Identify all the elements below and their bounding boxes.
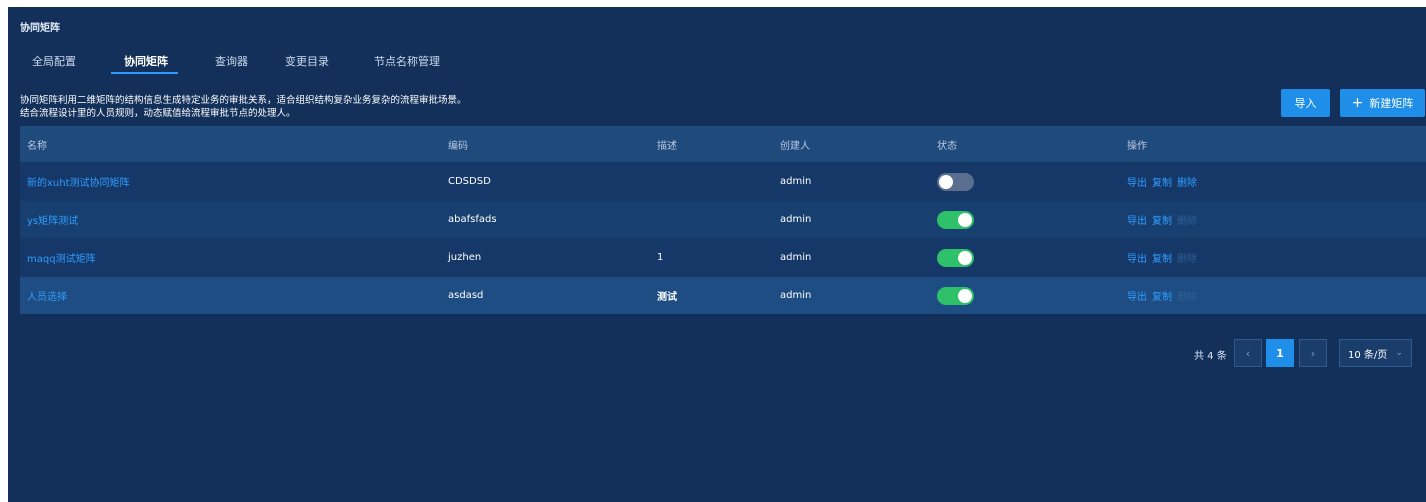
- active-tab-indicator: [111, 72, 178, 74]
- page-size-select[interactable]: 10 条/页 ⌄: [1339, 339, 1412, 367]
- copy-link[interactable]: 复制: [1152, 174, 1172, 189]
- tab-global-config[interactable]: 全局配置: [32, 53, 76, 69]
- description-line-1: 协同矩阵利用二维矩阵的结构信息生成特定业务的审批关系，适合组织结构复杂业务复杂的…: [20, 95, 467, 106]
- matrix-code: abafsfads: [448, 214, 497, 225]
- actions-cell: 导出 复制 删除: [1127, 163, 1202, 200]
- toggle-knob: [958, 288, 972, 303]
- column-header-code: 编码: [448, 140, 468, 152]
- matrix-desc: 1: [657, 252, 664, 263]
- delete-link-disabled: 删除: [1177, 254, 1197, 265]
- matrix-code: juzhen: [448, 252, 482, 263]
- page-size-value: 10 条/页: [1348, 349, 1388, 361]
- status-cell: [937, 239, 974, 276]
- actions-cell: 导出 复制 删除: [1127, 277, 1202, 314]
- table-row: 人员选择 asdasd 测试 admin 导出 复制 删除: [20, 276, 1426, 314]
- table-row: maqq测试矩阵 juzhen 1 admin 导出 复制 删除: [20, 238, 1426, 276]
- plus-icon: +: [1351, 95, 1364, 111]
- column-header-creator: 创建人: [780, 140, 810, 152]
- matrix-name-link[interactable]: ys矩阵测试: [27, 201, 78, 238]
- tab-bar: 全局配置 协同矩阵 查询器 变更目录 节点名称管理: [8, 47, 1426, 79]
- matrix-name-link[interactable]: 新的xuht测试协同矩阵: [27, 163, 130, 200]
- toggle-knob: [958, 212, 972, 227]
- new-matrix-button[interactable]: + 新建矩阵: [1340, 89, 1425, 117]
- status-toggle[interactable]: [937, 286, 974, 305]
- export-link[interactable]: 导出: [1127, 288, 1147, 303]
- matrix-creator: admin: [780, 214, 812, 225]
- table-header: 名称 编码 描述 创建人 状态 操作: [20, 126, 1426, 162]
- app-frame: 协同矩阵 全局配置 协同矩阵 查询器 变更目录 节点名称管理 协同矩阵利用二维矩…: [8, 7, 1426, 502]
- next-page-button[interactable]: ›: [1299, 339, 1327, 367]
- matrix-desc: 测试: [657, 292, 677, 303]
- delete-link-disabled: 删除: [1177, 216, 1197, 227]
- tab-collab-matrix[interactable]: 协同矩阵: [124, 53, 168, 69]
- matrix-creator: admin: [780, 290, 812, 301]
- column-header-name: 名称: [27, 140, 47, 152]
- chevron-right-icon: ›: [1310, 346, 1316, 360]
- delete-link-disabled: 删除: [1177, 292, 1197, 303]
- table-row: 新的xuht测试协同矩阵 CDSDSD admin 导出 复制 删除: [20, 162, 1426, 200]
- import-button[interactable]: 导入: [1281, 89, 1330, 117]
- matrix-code: asdasd: [448, 290, 484, 301]
- status-toggle[interactable]: [937, 210, 974, 229]
- tab-change-catalog[interactable]: 变更目录: [285, 53, 329, 69]
- status-toggle[interactable]: [937, 248, 974, 267]
- total-count: 共 4 条: [1194, 351, 1227, 362]
- status-cell: [937, 201, 974, 238]
- prev-page-button[interactable]: ‹: [1234, 339, 1262, 367]
- new-matrix-label: 新建矩阵: [1369, 97, 1414, 110]
- matrix-table: 名称 编码 描述 创建人 状态 操作 新的xuht测试协同矩阵 CDSDSD a…: [20, 126, 1426, 314]
- chevron-left-icon: ‹: [1245, 346, 1251, 360]
- table-row: ys矩阵测试 abafsfads admin 导出 复制 删除: [20, 200, 1426, 238]
- chevron-down-icon: ⌄: [1395, 348, 1403, 358]
- actions-cell: 导出 复制 删除: [1127, 239, 1202, 276]
- tab-query[interactable]: 查询器: [215, 53, 248, 69]
- export-link[interactable]: 导出: [1127, 174, 1147, 189]
- export-link[interactable]: 导出: [1127, 212, 1147, 227]
- description-line-2: 结合流程设计里的人员规则，动态赋值给流程审批节点的处理人。: [20, 108, 296, 119]
- tab-node-name-manage[interactable]: 节点名称管理: [374, 53, 440, 69]
- toggle-knob: [939, 174, 953, 189]
- page-description: 协同矩阵利用二维矩阵的结构信息生成特定业务的审批关系，适合组织结构复杂业务复杂的…: [20, 94, 467, 120]
- copy-link[interactable]: 复制: [1152, 212, 1172, 227]
- column-header-actions: 操作: [1127, 140, 1147, 152]
- delete-link[interactable]: 删除: [1177, 174, 1197, 189]
- matrix-name-link[interactable]: 人员选择: [27, 277, 67, 314]
- page-number-button[interactable]: 1: [1266, 339, 1294, 367]
- status-toggle[interactable]: [937, 172, 974, 191]
- column-header-desc: 描述: [657, 140, 677, 152]
- status-cell: [937, 277, 974, 314]
- matrix-creator: admin: [780, 252, 812, 263]
- status-cell: [937, 163, 974, 200]
- export-link[interactable]: 导出: [1127, 250, 1147, 265]
- copy-link[interactable]: 复制: [1152, 288, 1172, 303]
- matrix-code: CDSDSD: [448, 176, 491, 187]
- matrix-creator: admin: [780, 176, 812, 187]
- matrix-name-link[interactable]: maqq测试矩阵: [27, 239, 96, 276]
- column-header-status: 状态: [937, 140, 957, 152]
- toggle-knob: [958, 250, 972, 265]
- actions-cell: 导出 复制 删除: [1127, 201, 1202, 238]
- page-title: 协同矩阵: [20, 23, 60, 34]
- copy-link[interactable]: 复制: [1152, 250, 1172, 265]
